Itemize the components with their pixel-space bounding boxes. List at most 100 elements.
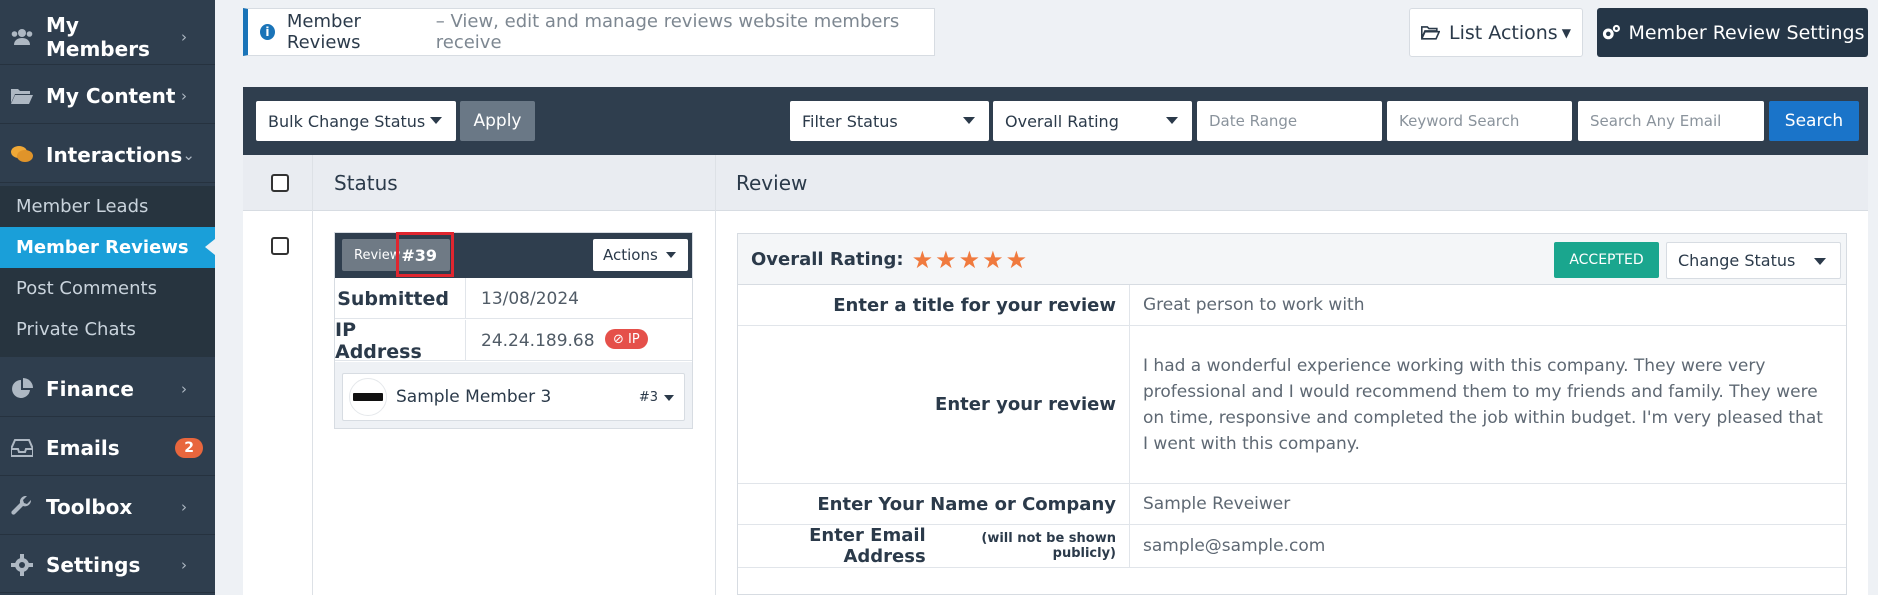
sidebar-item-emails[interactable]: Emails 2 <box>0 420 215 476</box>
chevron-right-icon: › <box>181 379 187 398</box>
wrench-icon <box>10 495 34 518</box>
sidebar-item-interactions[interactable]: Interactions ⌄ <box>0 127 215 183</box>
submitted-value: 13/08/2024 <box>481 288 579 309</box>
star-icon: ★ <box>958 245 981 274</box>
ip-ban-button[interactable]: ⊘ IP <box>605 329 648 349</box>
gear-icon <box>10 553 34 576</box>
field-value: I had a wonderful experience working wit… <box>1143 355 1823 454</box>
caret-down-icon <box>430 117 442 124</box>
field-label: Enter your review <box>738 326 1130 483</box>
column-divider <box>312 155 313 595</box>
list-actions-label: List Actions <box>1449 21 1558 44</box>
member-number: #3 <box>638 389 658 405</box>
subitem-label: Member Reviews <box>16 237 189 258</box>
review-text-row: Enter your review I had a wonderful expe… <box>738 326 1846 484</box>
column-divider <box>715 155 716 595</box>
review-column-header: Review <box>736 171 808 195</box>
member-selector[interactable]: Sample Member 3 #3 <box>342 373 685 421</box>
field-label: Enter Your Name or Company <box>738 484 1130 524</box>
caret-down-icon <box>1166 117 1178 124</box>
bulk-change-status-select[interactable]: Bulk Change Status <box>256 101 456 141</box>
gears-icon <box>1601 24 1621 42</box>
star-icon: ★ <box>935 245 957 274</box>
star-icon: ★ <box>1005 245 1028 274</box>
member-avatar <box>349 378 387 416</box>
caret-down-icon: ▼ <box>1561 25 1571 40</box>
rating-stars: ★ ★ ★ ★ ★ <box>912 248 1030 272</box>
apply-button[interactable]: Apply <box>460 101 535 141</box>
sidebar-item-my-members[interactable]: My Members › <box>0 9 215 65</box>
sidebar-item-label: My Members <box>46 12 150 61</box>
filter-status-select[interactable]: Filter Status <box>790 101 989 141</box>
change-status-select[interactable]: Change Status <box>1666 242 1841 279</box>
sidebar-item-settings[interactable]: Settings › <box>0 537 215 593</box>
folder-open-icon <box>1421 25 1441 40</box>
field-label: Enter Email Address (will not be shown p… <box>738 525 1130 567</box>
email-search-input[interactable] <box>1578 101 1764 141</box>
chevron-right-icon: › <box>181 27 187 46</box>
sidebar-item-label: My Content <box>46 83 176 108</box>
sidebar-subitem-private-chats[interactable]: Private Chats <box>0 309 215 350</box>
chevron-down-icon: ⌄ <box>182 145 195 164</box>
subitem-label: Post Comments <box>16 278 157 299</box>
actions-label: Actions <box>603 246 658 264</box>
sidebar-item-label: Emails <box>46 435 120 460</box>
star-icon: ★ <box>911 245 934 274</box>
actions-dropdown-button[interactable]: Actions <box>593 239 688 271</box>
sidebar-subitem-post-comments[interactable]: Post Comments <box>0 268 215 309</box>
search-button[interactable]: Search <box>1769 101 1859 141</box>
select-label: Bulk Change Status <box>268 111 426 131</box>
field-value: sample@sample.com <box>1143 536 1326 556</box>
comments-icon <box>10 144 34 166</box>
caret-down-icon <box>963 117 975 124</box>
row-select-checkbox[interactable] <box>271 237 289 255</box>
settings-label: Member Review Settings <box>1628 21 1865 44</box>
review-title-row: Enter a title for your review Great pers… <box>738 285 1846 326</box>
member-review-settings-button[interactable]: Member Review Settings <box>1597 8 1868 57</box>
submitted-row: Submitted 13/08/2024 <box>335 278 692 319</box>
caret-down-icon <box>1814 258 1826 265</box>
email-label: Enter Email Address <box>809 525 926 567</box>
reviewer-email-row: Enter Email Address (will not be shown p… <box>738 525 1846 568</box>
sidebar-item-my-content[interactable]: My Content › <box>0 68 215 124</box>
status-card-header: Review #39 Actions <box>335 232 692 278</box>
table-header: Status Review <box>243 155 1868 211</box>
ip-address-value: 24.24.189.68 <box>481 330 595 351</box>
ip-address-row: IP Address 24.24.189.68 ⊘ IP <box>335 319 692 363</box>
emails-count-badge: 2 <box>175 437 203 458</box>
field-value: Great person to work with <box>1143 295 1365 315</box>
sidebar-subitem-member-reviews[interactable]: Member Reviews <box>0 227 215 268</box>
email-label-note: (will not be shown publicly) <box>981 531 1116 561</box>
status-badge: ACCEPTED <box>1554 242 1659 278</box>
inbox-icon <box>10 437 34 459</box>
highlight-box <box>396 232 454 277</box>
page-description: – View, edit and manage reviews website … <box>435 11 900 53</box>
sidebar-subitem-member-leads[interactable]: Member Leads <box>0 186 215 227</box>
star-icon: ★ <box>982 245 1004 274</box>
select-all-checkbox[interactable] <box>271 174 289 192</box>
date-range-input[interactable] <box>1197 101 1382 141</box>
review-chip-label: Review <box>354 247 401 263</box>
select-label: Change Status <box>1678 251 1796 270</box>
review-detail-panel: Overall Rating: ★ ★ ★ ★ ★ ACCEPTED Change St… <box>737 233 1847 595</box>
info-icon: i <box>260 24 275 40</box>
sidebar-item-label: Settings <box>46 552 141 577</box>
member-logo <box>353 393 383 401</box>
sidebar-item-toolbox[interactable]: Toolbox › <box>0 479 215 535</box>
overall-rating-select[interactable]: Overall Rating <box>993 101 1192 141</box>
status-column-header: Status <box>334 171 398 195</box>
pie-chart-icon <box>10 377 34 400</box>
sidebar-item-label: Toolbox <box>46 494 133 519</box>
overall-rating-label: Overall Rating: <box>751 249 904 270</box>
select-label: Overall Rating <box>1005 111 1119 131</box>
select-label: Filter Status <box>802 111 898 131</box>
caret-down-icon <box>666 252 676 258</box>
submitted-label: Submitted <box>335 278 466 319</box>
sidebar-item-finance[interactable]: Finance › <box>0 361 215 417</box>
reviews-table: Status Review Review #39 Actions Submitt… <box>243 155 1868 595</box>
review-panel-header: Overall Rating: ★ ★ ★ ★ ★ ACCEPTED Change St… <box>738 234 1846 285</box>
keyword-search-input[interactable] <box>1387 101 1572 141</box>
list-actions-button[interactable]: List Actions ▼ <box>1409 8 1583 57</box>
users-icon <box>10 26 34 48</box>
chevron-right-icon: › <box>181 555 187 574</box>
